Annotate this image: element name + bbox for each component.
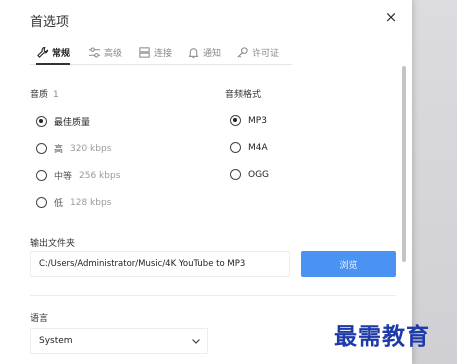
format-option-label: M4A [248, 142, 268, 153]
format-option-label: MP3 [248, 115, 267, 126]
watermark-logo: 最需教育 [334, 323, 430, 350]
quality-option-best[interactable]: 最佳质量 [36, 115, 90, 128]
format-heading: 音频格式 [225, 90, 262, 100]
tab-notifications[interactable]: 通知 [187, 42, 221, 62]
format-option-m4a[interactable]: M4A [230, 142, 268, 153]
quality-option-bitrate: 128 kbps [70, 197, 112, 208]
language-select[interactable]: System [30, 328, 208, 354]
tab-connection-label: 连接 [154, 48, 173, 59]
server-icon [139, 46, 150, 58]
quality-number: 1 [53, 90, 59, 100]
format-option-mp3[interactable]: MP3 [230, 115, 267, 126]
chevron-down-icon [192, 339, 200, 344]
key-icon [237, 46, 248, 58]
radio-unchecked-icon [230, 142, 241, 153]
format-option-label: OGG [248, 169, 270, 180]
tab-advanced-label: 高级 [104, 48, 123, 59]
quality-option-bitrate: 320 kbps [70, 143, 112, 154]
quality-option-label: 中等 [54, 172, 73, 182]
background-strip [412, 0, 457, 364]
quality-heading: 音质 1 [30, 87, 59, 100]
language-label: 语言 [30, 314, 49, 324]
tab-general-label: 常规 [52, 48, 71, 59]
radio-unchecked-icon [36, 170, 47, 181]
radio-checked-icon [230, 115, 241, 126]
close-button[interactable]: × [382, 8, 400, 26]
preferences-dialog: 首选项 × 常规 高级 连接 通知 许可证 音质 1 最佳质量 高 320 kb… [0, 0, 412, 364]
browse-button[interactable]: 浏览 [301, 251, 396, 277]
close-icon: × [384, 8, 398, 26]
radio-unchecked-icon [36, 143, 47, 154]
quality-option-label: 低 [54, 199, 64, 209]
radio-unchecked-icon [36, 197, 47, 208]
wrench-icon [37, 46, 49, 58]
quality-option-high[interactable]: 高 320 kbps [36, 142, 111, 155]
format-option-ogg[interactable]: OGG [230, 169, 269, 180]
tab-license[interactable]: 许可证 [236, 42, 279, 62]
quality-option-low[interactable]: 低 128 kbps [36, 196, 111, 209]
output-path-input[interactable] [30, 251, 290, 277]
quality-option-medium[interactable]: 中等 256 kbps [36, 169, 120, 182]
tab-advanced[interactable]: 高级 [88, 42, 122, 62]
language-value: System [39, 336, 73, 346]
quality-option-bitrate: 256 kbps [79, 170, 121, 181]
vertical-scrollbar[interactable] [402, 66, 406, 262]
quality-label: 音质 [30, 90, 49, 100]
tab-license-label: 许可证 [252, 48, 280, 59]
tab-bar: 常规 高级 连接 通知 许可证 [30, 42, 292, 65]
tab-connection[interactable]: 连接 [138, 42, 172, 62]
dialog-title: 首选项 [30, 15, 70, 30]
bell-icon [188, 47, 199, 58]
tab-notifications-label: 通知 [203, 48, 222, 59]
output-folder-label: 输出文件夹 [30, 239, 76, 249]
radio-checked-icon [36, 116, 47, 127]
radio-unchecked-icon [230, 169, 241, 180]
sliders-icon [88, 47, 101, 57]
quality-option-label: 最佳质量 [54, 118, 91, 128]
tab-general[interactable]: 常规 [36, 42, 71, 65]
section-divider [30, 295, 396, 296]
quality-option-label: 高 [54, 145, 64, 155]
